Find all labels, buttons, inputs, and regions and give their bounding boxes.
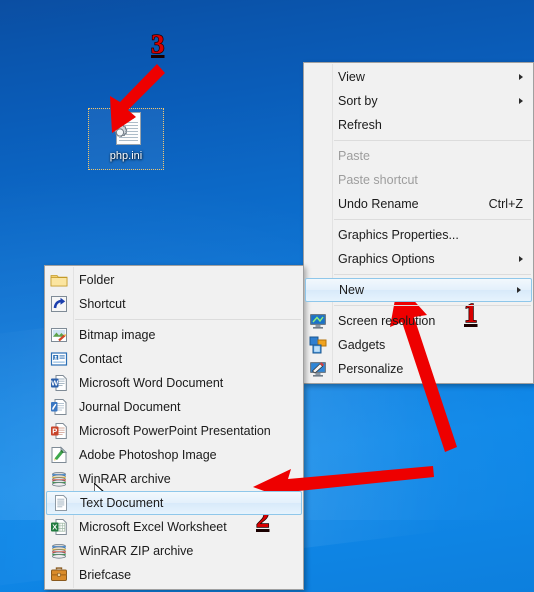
menu-separator: [334, 305, 531, 306]
menu-item-graphics-options[interactable]: Graphics Options: [304, 247, 533, 271]
winrar-icon: [50, 470, 68, 488]
menu-item-label: Shortcut: [79, 297, 126, 311]
menu-item-microsoft-excel-worksheet[interactable]: X Microsoft Excel Worksheet: [45, 515, 303, 539]
menu-item-label: Microsoft Word Document: [79, 376, 224, 390]
menu-separator: [75, 319, 301, 320]
menu-item-gadgets[interactable]: Gadgets: [304, 333, 533, 357]
menu-item-label: Text Document: [80, 496, 164, 510]
menu-item-label: New: [339, 283, 365, 297]
menu-item-label: Personalize: [338, 362, 404, 376]
menu-item-label: Gadgets: [338, 338, 386, 352]
menu-item-label: WinRAR ZIP archive: [79, 544, 194, 558]
menu-item-label: Paste shortcut: [338, 173, 418, 187]
contact-icon: [50, 350, 68, 368]
powerpoint-icon: P: [50, 422, 68, 440]
menu-item-microsoft-powerpoint-presentation[interactable]: P Microsoft PowerPoint Presentation: [45, 419, 303, 443]
menu-item-shortcut: Ctrl+Z: [488, 197, 523, 211]
menu-item-journal-document[interactable]: Journal Document: [45, 395, 303, 419]
menu-item-label: View: [338, 70, 365, 84]
svg-text:X: X: [52, 523, 57, 532]
submenu-arrow-icon: [519, 98, 523, 104]
gadgets-icon: [309, 336, 327, 354]
menu-item-label: Microsoft PowerPoint Presentation: [79, 424, 271, 438]
menu-separator: [334, 140, 531, 141]
menu-item-label: Briefcase: [79, 568, 132, 582]
menu-item-paste: Paste: [304, 144, 533, 168]
menu-item-label: Undo Rename: [338, 197, 419, 211]
menu-item-winrar-archive[interactable]: WinRAR archive: [45, 467, 303, 491]
menu-item-label: Sort by: [338, 94, 378, 108]
text-document-icon: [52, 494, 70, 512]
menu-item-label: Graphics Properties...: [338, 228, 459, 242]
menu-separator: [334, 219, 531, 220]
menu-item-new[interactable]: New: [305, 278, 532, 302]
menu-item-paste-shortcut: Paste shortcut: [304, 168, 533, 192]
menu-item-contact[interactable]: Contact: [45, 347, 303, 371]
excel-icon: X: [50, 518, 68, 536]
menu-item-label: Screen resolution: [338, 314, 436, 328]
winrar-icon: [50, 542, 68, 560]
ini-file-icon: [109, 112, 143, 148]
word-icon: W: [50, 374, 68, 392]
personalize-icon: [309, 360, 327, 378]
menu-item-label: Contact: [79, 352, 123, 366]
menu-item-graphics-properties[interactable]: Graphics Properties...: [304, 223, 533, 247]
submenu-arrow-icon: [519, 256, 523, 262]
desktop-context-menu[interactable]: View Sort by Refresh Paste Paste shortcut Und…: [303, 62, 534, 384]
menu-item-folder[interactable]: Folder: [45, 268, 303, 292]
menu-separator: [334, 274, 531, 275]
svg-text:W: W: [51, 379, 59, 388]
folder-icon: [50, 271, 68, 289]
menu-item-label: Adobe Photoshop Image: [79, 448, 217, 462]
menu-item-briefcase[interactable]: Briefcase: [45, 563, 303, 587]
menu-item-adobe-photoshop-image[interactable]: Adobe Photoshop Image: [45, 443, 303, 467]
desktop-background[interactable]: php.ini View Sort by Refresh Paste Paste sho…: [0, 0, 534, 592]
menu-item-label: Bitmap image: [79, 328, 156, 342]
menu-item-winrar-zip-archive[interactable]: WinRAR ZIP archive: [45, 539, 303, 563]
menu-item-microsoft-word-document[interactable]: W Microsoft Word Document: [45, 371, 303, 395]
desktop-icon-label: php.ini: [109, 150, 143, 162]
menu-item-shortcut[interactable]: Shortcut: [45, 292, 303, 316]
briefcase-icon: [50, 566, 68, 584]
menu-item-label: WinRAR archive: [79, 472, 171, 486]
submenu-arrow-icon: [519, 74, 523, 80]
journal-icon: [50, 398, 68, 416]
shortcut-icon: [50, 295, 68, 313]
menu-item-label: Refresh: [338, 118, 382, 132]
menu-item-personalize[interactable]: Personalize: [304, 357, 533, 381]
new-submenu[interactable]: Folder Shortcut Bitmap image Contact W Micros…: [44, 265, 304, 590]
menu-item-bitmap-image[interactable]: Bitmap image: [45, 323, 303, 347]
menu-item-sort-by[interactable]: Sort by: [304, 89, 533, 113]
svg-text:P: P: [52, 427, 57, 436]
menu-item-undo-rename[interactable]: Undo Rename Ctrl+Z: [304, 192, 533, 216]
menu-item-text-document[interactable]: Text Document: [46, 491, 302, 515]
annotation-number-3: 3: [150, 29, 165, 59]
submenu-arrow-icon: [517, 287, 521, 293]
menu-item-label: Microsoft Excel Worksheet: [79, 520, 227, 534]
monitor-icon: [309, 312, 327, 330]
desktop-icon-php-ini[interactable]: php.ini: [88, 108, 164, 170]
menu-item-label: Folder: [79, 273, 115, 287]
menu-item-label: Paste: [338, 149, 370, 163]
menu-item-screen-resolution[interactable]: Screen resolution: [304, 309, 533, 333]
menu-item-view[interactable]: View: [304, 65, 533, 89]
menu-item-label: Journal Document: [79, 400, 181, 414]
menu-item-label: Graphics Options: [338, 252, 435, 266]
menu-item-refresh[interactable]: Refresh: [304, 113, 533, 137]
bitmap-icon: [50, 326, 68, 344]
photoshop-icon: [50, 446, 68, 464]
